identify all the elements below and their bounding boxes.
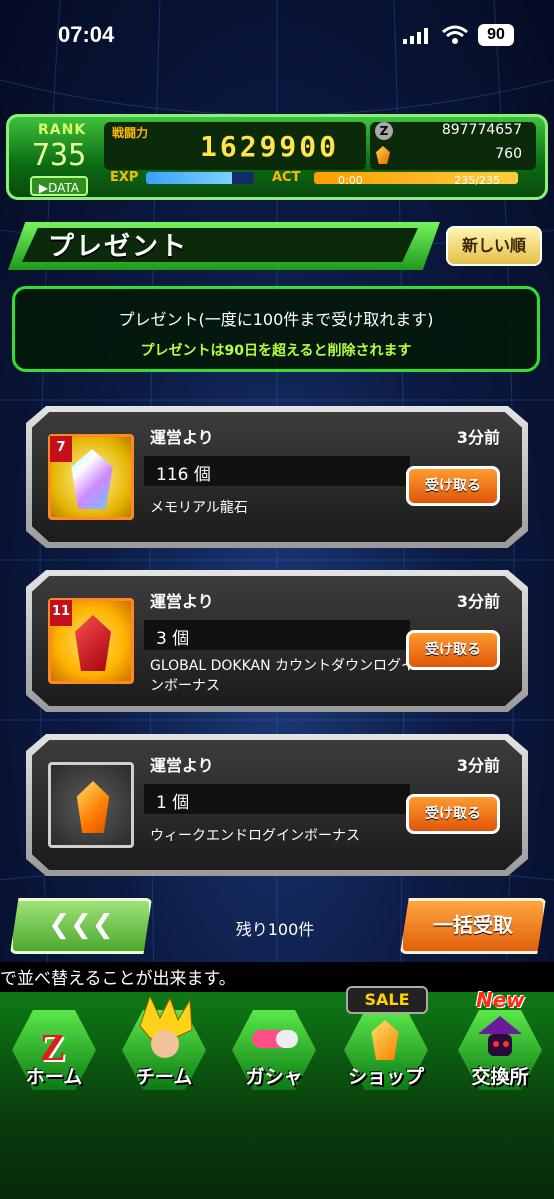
receive-button[interactable]: 受け取る [406, 794, 500, 834]
ticker-text: で並べ替えることが出来ます。 [0, 969, 236, 989]
nav-label: ガシャ [245, 1066, 303, 1088]
gift-name: メモリアル龍石 [150, 500, 248, 516]
gift-name: GLOBAL DOKKAN カウントダウンログインボーナス [150, 658, 416, 694]
receive-button[interactable]: 受け取る [406, 466, 500, 506]
exp-bar-fill [146, 172, 233, 184]
crystal-graphic [75, 615, 111, 671]
act-label: ACT [272, 170, 301, 185]
data-button[interactable]: ▶DATA [30, 176, 88, 196]
remaining-count: 残り100件 [235, 920, 315, 939]
nav-label: ホーム [25, 1066, 83, 1088]
gift-time: 3分前 [456, 756, 500, 775]
gift-name: ウィークエンドログインボーナス [150, 828, 360, 844]
exchange-character-icon [478, 1016, 522, 1056]
gift-time: 3分前 [456, 592, 500, 611]
gift-quantity: 1 個 [156, 793, 190, 813]
exp-label: EXP [110, 170, 139, 185]
nav-label: 交換所 [471, 1066, 529, 1088]
wifi-icon [442, 25, 468, 44]
play-icon: ▶ [38, 181, 49, 195]
page-title: プレゼント [48, 232, 189, 262]
team-characters-icon [139, 996, 193, 1058]
crystal-graphic [76, 781, 110, 833]
gift-card: 11 運営より 3分前 3 個 GLOBAL DOKKAN カウントダウンログイ… [26, 570, 528, 712]
nav-shop[interactable]: ショップ [336, 1010, 436, 1090]
dragon-stone-value: 760 [495, 146, 522, 162]
zeni-value: 897774657 [441, 122, 522, 138]
sort-order-button[interactable]: 新しい順 [446, 226, 542, 266]
rank-value: 735 [32, 138, 87, 173]
crystal-graphic [71, 449, 113, 509]
rarity-badge: 11 [50, 600, 72, 626]
new-badge: New [476, 988, 525, 1012]
gift-time: 3分前 [456, 428, 500, 447]
gift-quantity: 3 個 [156, 629, 190, 649]
info-expiry-text: プレゼントは90日を超えると削除されます [140, 343, 412, 359]
capsule-icon [252, 1030, 298, 1048]
gift-card-body: 11 運営より 3分前 3 個 GLOBAL DOKKAN カウントダウンログイ… [32, 576, 522, 706]
gift-quantity: 116 個 [156, 465, 211, 485]
back-button[interactable]: ❮❮❮ [10, 898, 152, 954]
gift-card-body: 7 運営より 3分前 116 個 メモリアル龍石 受け取る [32, 412, 522, 542]
receive-button[interactable]: 受け取る [406, 630, 500, 670]
rarity-badge: 7 [50, 436, 72, 462]
gift-card-body: 運営より 3分前 1 個 ウィークエンドログインボーナス 受け取る [32, 740, 522, 870]
gift-sender: 運営より [150, 428, 214, 447]
nav-exchange[interactable]: 交換所 [450, 1010, 550, 1090]
receive-all-button[interactable]: 一括受取 [400, 898, 546, 954]
nav-label: チーム [135, 1066, 193, 1088]
exp-bar [146, 172, 254, 184]
info-limit-text: プレゼント(一度に100件まで受け取れます) [118, 310, 434, 329]
gift-sender: 運営より [150, 756, 214, 775]
battle-power-label: 戦闘力 [112, 126, 149, 140]
gift-sender: 運営より [150, 592, 214, 611]
sale-badge: SALE [346, 986, 428, 1014]
nav-gacha[interactable]: ガシャ [224, 1010, 324, 1090]
act-value: 235/235 [454, 174, 500, 187]
red-crystal-icon: 11 [48, 598, 134, 684]
rank-label: RANK [38, 122, 87, 138]
battery-indicator: 90 [478, 24, 514, 46]
status-time: 07:04 [58, 22, 115, 47]
gift-card: 7 運営より 3分前 116 個 メモリアル龍石 受け取る [26, 406, 528, 548]
gift-card: 運営より 3分前 1 個 ウィークエンドログインボーナス 受け取る [26, 734, 528, 876]
zeni-icon: Z [375, 122, 393, 140]
nav-home[interactable]: Z ホーム [4, 1010, 104, 1090]
nav-team[interactable]: チーム [114, 996, 214, 1090]
cellular-signal-icon [403, 28, 428, 44]
dragon-stone-icon [48, 762, 134, 848]
status-bar: 07:04 90 [0, 0, 554, 76]
rainbow-crystal-icon: 7 [48, 434, 134, 520]
nav-label: ショップ [347, 1066, 424, 1088]
battle-power-value: 1629900 [200, 130, 340, 163]
act-recovery-time: 0:00 [338, 174, 363, 187]
